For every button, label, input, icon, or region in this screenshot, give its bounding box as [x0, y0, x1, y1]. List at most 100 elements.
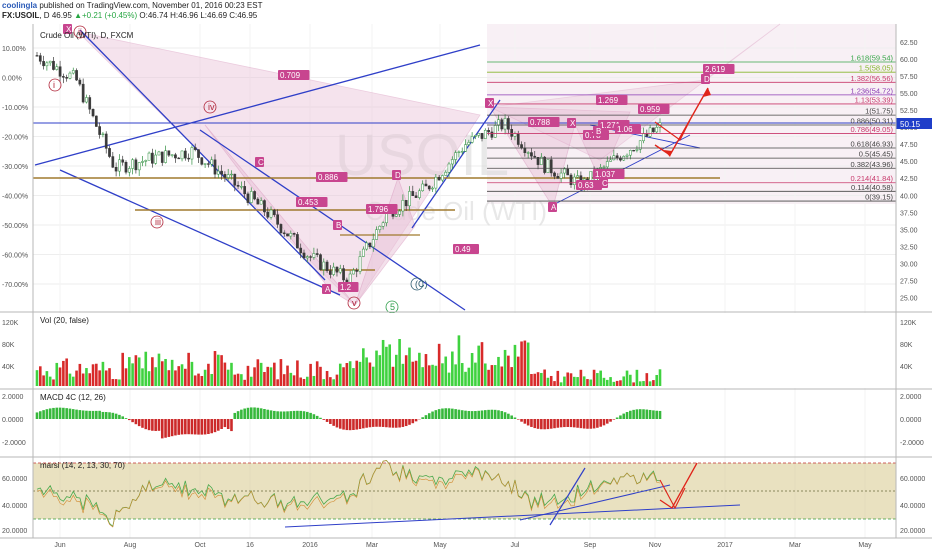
- candle-body[interactable]: [421, 183, 425, 192]
- candle-body[interactable]: [65, 77, 69, 79]
- candle-body[interactable]: [655, 127, 659, 133]
- candle-body[interactable]: [45, 62, 49, 67]
- candle-body[interactable]: [302, 252, 306, 259]
- candle-body[interactable]: [91, 108, 95, 117]
- candle-body[interactable]: [335, 266, 339, 273]
- candle-body[interactable]: [431, 187, 434, 190]
- candle-body[interactable]: [526, 152, 530, 154]
- candle-body[interactable]: [375, 229, 378, 240]
- candle-body[interactable]: [226, 174, 230, 178]
- candle-body[interactable]: [52, 60, 55, 70]
- candle-body[interactable]: [365, 242, 368, 250]
- candle-body[interactable]: [615, 155, 619, 159]
- candle-body[interactable]: [309, 256, 312, 258]
- candle-body[interactable]: [480, 132, 484, 139]
- candle-body[interactable]: [160, 151, 164, 163]
- candle-body[interactable]: [108, 148, 111, 157]
- candle-body[interactable]: [602, 166, 606, 168]
- candle-body[interactable]: [411, 191, 415, 196]
- candle-body[interactable]: [243, 186, 247, 195]
- candle-body[interactable]: [322, 261, 326, 270]
- candle-body[interactable]: [305, 256, 309, 259]
- candle-body[interactable]: [454, 152, 457, 160]
- candle-body[interactable]: [94, 115, 98, 127]
- candle-body[interactable]: [111, 156, 115, 168]
- candle-body[interactable]: [68, 72, 72, 79]
- candle-body[interactable]: [131, 159, 134, 169]
- candle-body[interactable]: [85, 97, 88, 103]
- candle-body[interactable]: [329, 270, 332, 275]
- candle-body[interactable]: [144, 160, 148, 162]
- trading-chart[interactable]: USOIL Crude Oil (WTI) 1.618(59.54)1.5(58…: [0, 0, 932, 550]
- candle-body[interactable]: [437, 176, 441, 181]
- candle-body[interactable]: [497, 119, 500, 126]
- candle-body[interactable]: [368, 242, 372, 248]
- candle-body[interactable]: [394, 214, 398, 217]
- candle-body[interactable]: [315, 253, 319, 255]
- candle-body[interactable]: [203, 163, 207, 165]
- candle-body[interactable]: [269, 209, 273, 218]
- candle-body[interactable]: [197, 149, 200, 158]
- candle-body[interactable]: [127, 168, 131, 173]
- candle-body[interactable]: [500, 119, 504, 130]
- candle-body[interactable]: [533, 155, 537, 158]
- candle-body[interactable]: [427, 185, 431, 190]
- candle-body[interactable]: [490, 131, 494, 138]
- candle-body[interactable]: [282, 232, 286, 235]
- candle-body[interactable]: [477, 132, 481, 136]
- candle-body[interactable]: [263, 200, 266, 213]
- candle-body[interactable]: [378, 225, 382, 230]
- candle-body[interactable]: [632, 150, 635, 152]
- candle-body[interactable]: [503, 118, 507, 130]
- candle-body[interactable]: [424, 183, 428, 187]
- candle-body[interactable]: [88, 97, 92, 110]
- candle-body[interactable]: [404, 200, 408, 207]
- candle-body[interactable]: [546, 159, 550, 173]
- candle-body[interactable]: [464, 144, 467, 152]
- candle-body[interactable]: [200, 157, 204, 165]
- candle-body[interactable]: [401, 200, 405, 212]
- candle-body[interactable]: [467, 142, 471, 145]
- candle-body[interactable]: [355, 269, 359, 272]
- price-axis[interactable]: 62.5060.0057.5055.0052.5050.0047.5045.00…: [900, 40, 918, 303]
- candle-body[interactable]: [223, 174, 227, 178]
- candle-body[interactable]: [48, 60, 52, 64]
- candle-body[interactable]: [474, 135, 477, 137]
- candle-body[interactable]: [507, 118, 510, 130]
- candle-body[interactable]: [510, 129, 514, 137]
- candle-body[interactable]: [147, 152, 151, 161]
- candle-body[interactable]: [207, 163, 210, 165]
- candle-body[interactable]: [35, 55, 39, 57]
- candle-body[interactable]: [121, 159, 125, 163]
- candle-body[interactable]: [78, 79, 82, 85]
- candle-body[interactable]: [371, 239, 375, 248]
- candle-body[interactable]: [154, 154, 158, 164]
- candle-body[interactable]: [104, 133, 108, 149]
- candle-body[interactable]: [381, 222, 385, 227]
- candle-body[interactable]: [124, 161, 128, 173]
- candle-body[interactable]: [187, 157, 190, 160]
- candle-body[interactable]: [240, 186, 243, 188]
- candle-body[interactable]: [342, 268, 345, 281]
- candle-body[interactable]: [418, 190, 421, 198]
- candle-body[interactable]: [193, 147, 197, 150]
- candle-body[interactable]: [114, 167, 118, 172]
- candle-body[interactable]: [157, 151, 161, 156]
- candle-body[interactable]: [296, 234, 299, 249]
- candle-body[interactable]: [42, 61, 45, 67]
- candle-body[interactable]: [259, 200, 263, 205]
- candle-body[interactable]: [487, 130, 490, 133]
- candle-body[interactable]: [352, 269, 355, 275]
- candle-body[interactable]: [628, 150, 632, 156]
- candle-body[interactable]: [513, 133, 517, 137]
- candle-body[interactable]: [137, 162, 141, 171]
- candle-body[interactable]: [266, 211, 270, 218]
- candle-body[interactable]: [279, 224, 283, 234]
- candle-body[interactable]: [361, 248, 365, 257]
- candle-body[interactable]: [98, 126, 101, 135]
- candle-body[interactable]: [493, 125, 497, 138]
- candle-body[interactable]: [292, 233, 296, 235]
- candle-body[interactable]: [230, 173, 233, 176]
- candle-body[interactable]: [71, 70, 75, 74]
- candle-body[interactable]: [635, 149, 639, 151]
